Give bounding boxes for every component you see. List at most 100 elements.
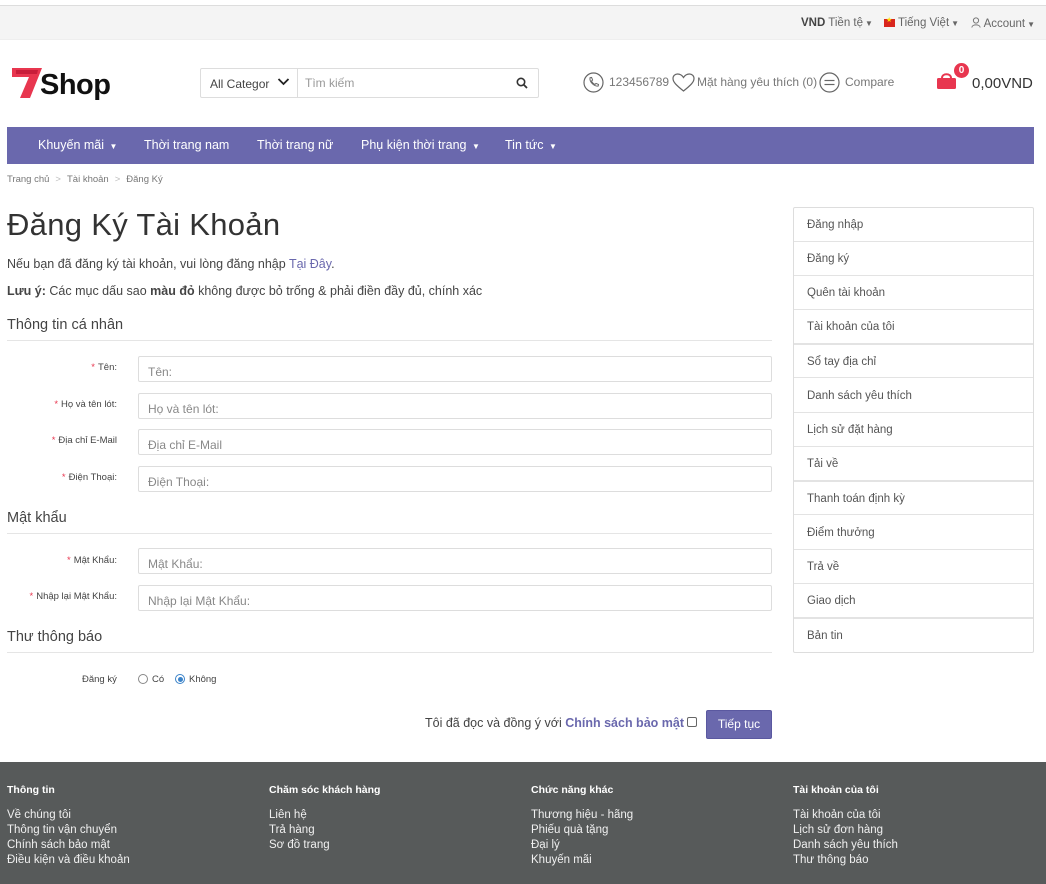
required-asterisk: * bbox=[29, 591, 34, 602]
site-logo[interactable]: Shop bbox=[12, 64, 112, 104]
chevron-down-icon bbox=[277, 75, 290, 91]
footer-column-extras: Chức năng khác Thương hiệu - hãng Phiếu … bbox=[531, 784, 633, 868]
section-password: Mật khẩu bbox=[7, 510, 772, 534]
breadcrumb-home[interactable]: Trang chủ bbox=[7, 174, 49, 185]
search-icon bbox=[516, 77, 528, 89]
note-text: không được bỏ trống & phải điền đầy đủ, … bbox=[194, 284, 483, 298]
heart-icon[interactable] bbox=[672, 73, 695, 93]
menu-item-women-fashion[interactable]: Thời trang nữ bbox=[257, 138, 333, 152]
footer-link[interactable]: Trả hàng bbox=[269, 823, 380, 838]
email-field[interactable] bbox=[138, 429, 772, 455]
sidebar-item-forgot[interactable]: Quên tài khoản bbox=[794, 276, 1033, 310]
field-label-text: Mật Khẩu: bbox=[73, 555, 117, 566]
sidebar-item-wishlist[interactable]: Danh sách yêu thích bbox=[794, 379, 1033, 413]
menu-item-label: Phụ kiện thời trang bbox=[361, 138, 467, 152]
footer-link[interactable]: Liên hệ bbox=[269, 808, 380, 823]
footer-link[interactable]: Thông tin vận chuyển bbox=[7, 823, 130, 838]
menu-item-label: Tin tức bbox=[505, 138, 544, 152]
radio-unchecked-icon[interactable] bbox=[138, 674, 148, 684]
footer-link[interactable]: Tài khoản của tôi bbox=[793, 808, 898, 823]
footer-column-title: Tài khoản của tôi bbox=[793, 784, 879, 796]
required-note: Lưu ý: Các mục dấu sao màu đỏ không được… bbox=[7, 284, 482, 298]
search-input[interactable] bbox=[305, 74, 505, 92]
menu-item-news[interactable]: Tin tức ▼ bbox=[505, 138, 557, 152]
menu-item-men-fashion[interactable]: Thời trang nam bbox=[144, 138, 229, 152]
category-select[interactable]: All Categor bbox=[201, 69, 298, 97]
field-label-text: Nhập lại Mật Khẩu: bbox=[36, 591, 117, 602]
agree-checkbox[interactable] bbox=[687, 717, 697, 727]
footer-link[interactable]: Danh sách yêu thích bbox=[793, 838, 898, 853]
footer-link[interactable]: Điều kiện và điều khoản bbox=[7, 853, 130, 868]
phone-field[interactable] bbox=[138, 466, 772, 492]
wishlist-link[interactable]: Mặt hàng yêu thích (0) bbox=[697, 75, 817, 89]
menu-item-label: Thời trang nam bbox=[144, 138, 230, 152]
phone-number[interactable]: 123456789 bbox=[609, 75, 669, 89]
sidebar-item-returns[interactable]: Trả về bbox=[794, 550, 1033, 584]
footer-column-title: Chăm sóc khách hàng bbox=[269, 784, 381, 796]
field-label-text: Địa chỉ E-Mail bbox=[58, 435, 117, 446]
sidebar-item-newsletter[interactable]: Bản tin bbox=[794, 618, 1033, 652]
account-label: Account bbox=[983, 18, 1026, 30]
chevron-right-icon: > bbox=[114, 174, 121, 185]
breadcrumb-register[interactable]: Đăng Ký bbox=[126, 174, 162, 185]
footer-link[interactable]: Sơ đồ trang bbox=[269, 838, 380, 853]
newsletter-yes-option[interactable]: Có bbox=[138, 674, 164, 685]
currency-code: VND bbox=[801, 17, 826, 29]
sidebar-item-address-book[interactable]: Sổ tay địa chỉ bbox=[794, 344, 1033, 378]
sidebar-item-order-history[interactable]: Lịch sử đặt hàng bbox=[794, 413, 1033, 447]
main-menu: Khuyến mãi ▼ Thời trang nam Thời trang n… bbox=[7, 127, 1034, 164]
phone-label: * Điện Thoại: bbox=[7, 472, 117, 483]
sidebar-item-reward-points[interactable]: Điểm thưởng bbox=[794, 516, 1033, 550]
required-asterisk: * bbox=[91, 362, 95, 373]
footer-link[interactable]: Đại lý bbox=[531, 838, 633, 853]
compare-link[interactable]: Compare bbox=[845, 75, 894, 89]
sidebar-item-downloads[interactable]: Tải về bbox=[794, 447, 1033, 481]
category-selected: All Categor bbox=[210, 77, 270, 91]
privacy-policy-link[interactable]: Chính sách bảo mật bbox=[565, 716, 684, 730]
footer-link[interactable]: Về chúng tôi bbox=[7, 808, 130, 823]
required-asterisk: * bbox=[61, 472, 66, 483]
user-icon bbox=[971, 17, 981, 28]
footer-column-my-account: Tài khoản của tôi Tài khoản của tôi Lịch… bbox=[793, 784, 898, 868]
required-asterisk: * bbox=[54, 399, 59, 410]
currency-label: Tiền tệ bbox=[828, 17, 864, 29]
cart-total[interactable]: 0,00VND bbox=[972, 75, 1033, 92]
currency-selector[interactable]: VND Tiền tệ ▼ bbox=[801, 17, 873, 29]
privacy-agreement: Tôi đã đọc và đồng ý với Chính sách bảo … bbox=[425, 716, 697, 730]
sidebar-item-register[interactable]: Đăng ký bbox=[794, 242, 1033, 276]
footer-link[interactable]: Khuyến mãi bbox=[531, 853, 633, 868]
firstname-field[interactable] bbox=[138, 356, 772, 382]
note-bold: màu đỏ bbox=[150, 284, 195, 298]
continue-button[interactable]: Tiếp tục bbox=[706, 710, 772, 739]
note-text: Các mục dấu sao bbox=[45, 284, 151, 298]
sidebar-item-login[interactable]: Đăng nhập bbox=[794, 208, 1033, 242]
note-label: Lưu ý: bbox=[7, 284, 46, 298]
lastname-field[interactable] bbox=[138, 393, 772, 419]
confirm-password-field[interactable] bbox=[138, 585, 772, 611]
intro-text-body: Nếu bạn đã đăng ký tài khoản, vui lòng đ… bbox=[7, 257, 289, 271]
caret-down-icon: ▼ bbox=[471, 142, 480, 151]
language-label: Tiếng Việt bbox=[898, 17, 950, 29]
sidebar-item-my-account[interactable]: Tài khoản của tôi bbox=[794, 310, 1033, 344]
footer-link[interactable]: Lịch sử đơn hàng bbox=[793, 823, 898, 838]
search-button[interactable] bbox=[516, 76, 528, 94]
footer-link[interactable]: Phiếu quà tặng bbox=[531, 823, 633, 838]
newsletter-no-option[interactable]: Không bbox=[175, 674, 216, 685]
password-field[interactable] bbox=[138, 548, 772, 574]
radio-checked-icon[interactable] bbox=[175, 674, 185, 684]
field-label-text: Họ và tên lót: bbox=[61, 399, 117, 410]
intro-text-end: . bbox=[331, 257, 335, 271]
language-selector[interactable]: Tiếng Việt▼ bbox=[884, 16, 959, 29]
sidebar-item-transactions[interactable]: Giao dịch bbox=[794, 584, 1033, 618]
breadcrumb-account[interactable]: Tài khoản bbox=[67, 174, 109, 185]
sidebar-item-recurring[interactable]: Thanh toán định kỳ bbox=[794, 481, 1033, 515]
login-here-link[interactable]: Tại Đây bbox=[289, 257, 331, 271]
footer-link[interactable]: Chính sách bảo mật bbox=[7, 838, 130, 853]
compare-icon[interactable] bbox=[819, 72, 840, 93]
menu-item-accessories[interactable]: Phụ kiện thời trang ▼ bbox=[361, 138, 480, 152]
account-menu[interactable]: Account ▼ bbox=[971, 17, 1035, 30]
menu-item-promotions[interactable]: Khuyến mãi ▼ bbox=[38, 138, 117, 152]
email-label: * Địa chỉ E-Mail bbox=[7, 435, 117, 446]
footer-link[interactable]: Thư thông báo bbox=[793, 853, 898, 868]
footer-link[interactable]: Thương hiệu - hãng bbox=[531, 808, 633, 823]
